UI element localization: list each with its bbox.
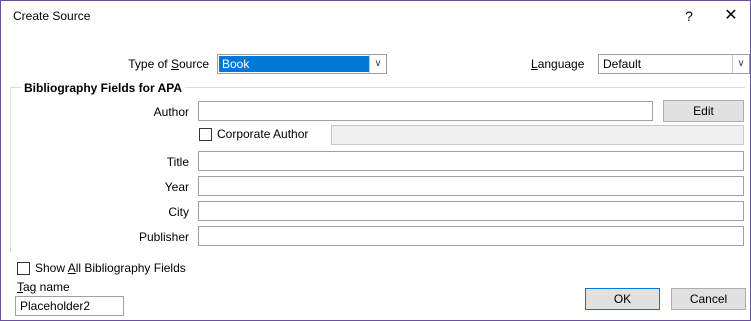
show-all-label-post: ll Bibliography Fields — [75, 261, 186, 275]
help-icon[interactable]: ? — [669, 1, 709, 31]
title-label: Title — [166, 155, 189, 169]
title-input[interactable] — [198, 151, 744, 171]
tag-name-label-post: ag name — [23, 280, 70, 294]
create-source-dialog: Create Source ? ✕ Type of Source Book ∨ … — [0, 0, 751, 321]
publisher-input[interactable] — [198, 226, 744, 246]
type-of-source-label: Type of Source — [101, 57, 209, 71]
close-icon[interactable]: ✕ — [711, 1, 751, 31]
ok-button[interactable]: OK — [585, 288, 660, 310]
show-all-label-pre: Show — [35, 261, 68, 275]
language-label-post: anguage — [537, 57, 585, 71]
year-input[interactable] — [198, 176, 744, 196]
language-label: Language — [531, 57, 584, 71]
bibliography-fields-group-title: Bibliography Fields for APA — [21, 81, 186, 95]
author-label: Author — [153, 105, 189, 119]
dialog-title: Create Source — [13, 9, 91, 23]
city-input[interactable] — [198, 201, 744, 221]
author-input[interactable] — [198, 101, 653, 121]
language-select[interactable]: Default ∨ — [598, 54, 750, 74]
chevron-down-icon[interactable]: ∨ — [732, 55, 749, 73]
language-label-accel: L — [531, 57, 538, 71]
show-all-fields-checkbox[interactable] — [17, 262, 30, 275]
title-bar: Create Source ? ✕ — [1, 1, 750, 31]
language-value: Default — [603, 57, 642, 71]
type-of-source-label-post: ource — [178, 57, 209, 71]
show-all-label-accel: A — [67, 261, 76, 275]
year-label: Year — [164, 180, 189, 194]
tag-name-label: Tag name — [17, 280, 70, 294]
corporate-author-label: Corporate Author — [217, 127, 309, 141]
type-of-source-value: Book — [219, 56, 372, 72]
cancel-button[interactable]: Cancel — [671, 288, 746, 310]
publisher-label: Publisher — [138, 230, 189, 244]
city-label: City — [168, 205, 189, 219]
tag-name-input[interactable]: Placeholder2 — [15, 296, 124, 316]
corporate-author-checkbox[interactable] — [199, 128, 212, 141]
show-all-fields-label: Show All Bibliography Fields — [35, 261, 186, 275]
edit-button[interactable]: Edit — [663, 100, 744, 122]
corporate-author-input — [331, 125, 744, 145]
type-of-source-label-pre: Type of — [128, 57, 171, 71]
chevron-down-icon[interactable]: ∨ — [369, 55, 386, 73]
type-of-source-label-accel: S — [170, 57, 179, 71]
type-of-source-select[interactable]: Book ∨ — [217, 54, 387, 74]
